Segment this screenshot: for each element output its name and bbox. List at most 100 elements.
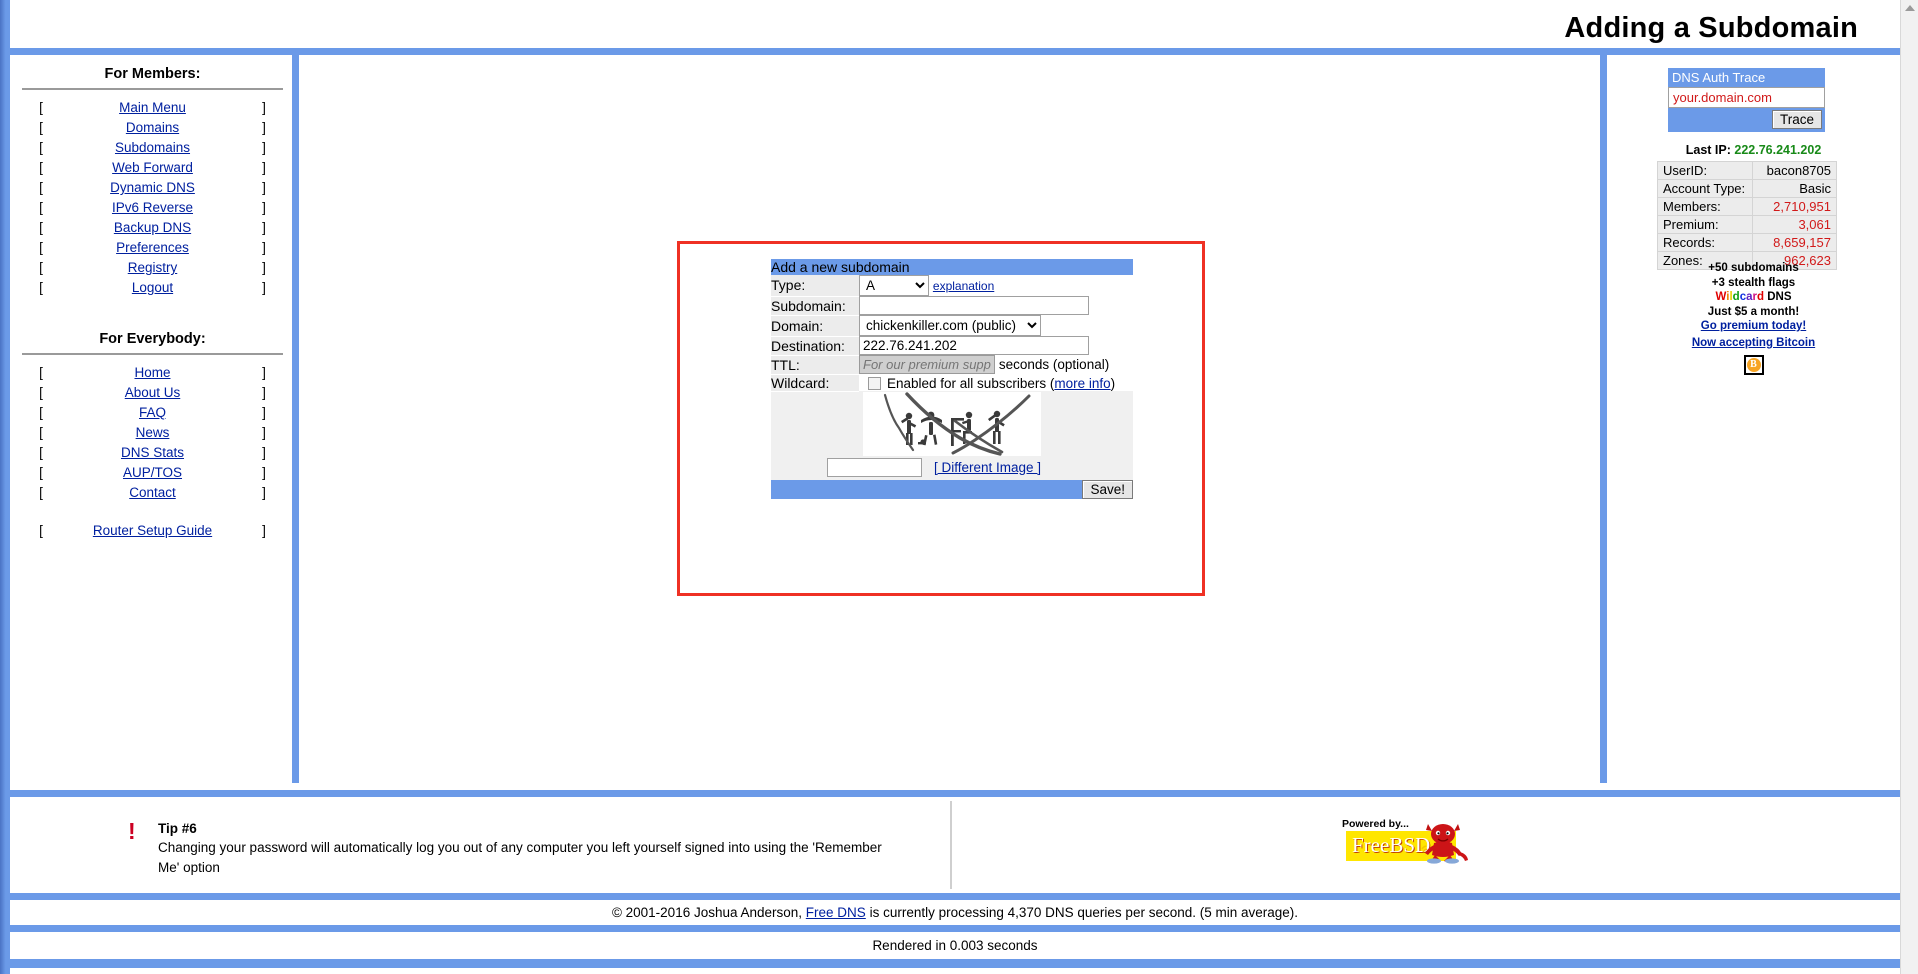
bracket-left: [ <box>39 405 43 420</box>
bracket-left: [ <box>39 180 43 195</box>
everybody-heading: For Everybody: <box>99 331 206 347</box>
wildcard-value-cell: Enabled for all subscribers (more info) <box>859 374 1133 391</box>
sidebar-item-domains[interactable]: [ Domains ] <box>20 118 285 138</box>
sidebar-item-main-menu[interactable]: [ Main Menu ] <box>20 98 285 118</box>
bracket-right: ] <box>262 220 266 235</box>
trace-button[interactable]: Trace <box>1771 110 1822 129</box>
bitcoin-section: Now accepting Bitcoin B <box>1607 333 1900 375</box>
sidebar-item-logout[interactable]: [ Logout ] <box>20 278 285 298</box>
promo-dns-text: DNS <box>1764 291 1792 303</box>
sidebar-item-about-us[interactable]: [ About Us ] <box>20 383 285 403</box>
form-row-captcha-input: [ Different Image ] <box>771 455 1133 480</box>
sidebar-item-backup-dns[interactable]: [ Backup DNS ] <box>20 218 285 238</box>
destination-input[interactable] <box>859 336 1089 355</box>
wildcard-checkbox[interactable] <box>868 376 881 390</box>
destination-label: Destination: <box>771 336 859 356</box>
bracket-left: [ <box>39 465 43 480</box>
right-sidebar: DNS Auth Trace Trace Last IP: 222.76.241… <box>1607 55 1900 783</box>
sidebar-link-label[interactable]: Subdomains <box>115 140 190 155</box>
page-header: Adding a Subdomain <box>10 0 1900 48</box>
sidebar-link-label[interactable]: Domains <box>126 120 179 135</box>
sidebar-item-faq[interactable]: [ FAQ ] <box>20 403 285 423</box>
sidebar-link-label[interactable]: Registry <box>128 260 178 275</box>
sidebar-link-label[interactable]: DNS Stats <box>121 445 184 460</box>
form-title: Add a new subdomain <box>771 259 1133 275</box>
table-row: Account Type: Basic <box>1657 179 1837 198</box>
subdomain-input[interactable] <box>859 296 1089 315</box>
sidebar-item-news[interactable]: [ News ] <box>20 423 285 443</box>
sidebar-item-ipv6-reverse[interactable]: [ IPv6 Reverse ] <box>20 198 285 218</box>
trace-domain-input[interactable] <box>1668 87 1825 108</box>
browser-scrollbar[interactable] <box>1900 0 1918 974</box>
ttl-value-cell: seconds (optional) <box>859 355 1133 374</box>
captcha-image-cell <box>771 391 1133 456</box>
bitcoin-badge[interactable]: B <box>1743 355 1764 375</box>
go-premium-link[interactable]: Go premium today! <box>1701 320 1806 332</box>
bracket-right: ] <box>262 260 266 275</box>
sidebar-item-preferences[interactable]: [ Preferences ] <box>20 238 285 258</box>
stat-value: 8,659,157 <box>1752 233 1837 252</box>
sidebar-item-dns-stats[interactable]: [ DNS Stats ] <box>20 443 285 463</box>
free-dns-link[interactable]: Free DNS <box>806 905 866 920</box>
more-info-link[interactable]: more info <box>1054 376 1110 391</box>
table-row: Premium: 3,061 <box>1657 215 1837 234</box>
tip-title: Tip #6 <box>158 821 197 836</box>
bitcoin-link[interactable]: Now accepting Bitcoin <box>1692 337 1815 349</box>
sidebar-item-dynamic-dns[interactable]: [ Dynamic DNS ] <box>20 178 285 198</box>
form-row-save: Save! <box>771 479 1133 499</box>
domain-select[interactable]: chickenkiller.com (public) <box>859 315 1041 336</box>
sidebar-item-subdomains[interactable]: [ Subdomains ] <box>20 138 285 158</box>
wildcard-text: Enabled for all subscribers ( <box>887 375 1055 391</box>
form-row-ttl: TTL: seconds (optional) <box>771 355 1133 375</box>
wildcard-letter-w: W <box>1715 291 1727 303</box>
ttl-input[interactable] <box>859 355 995 374</box>
bracket-left: [ <box>39 240 43 255</box>
sidebar-item-router-setup-guide[interactable]: [ Router Setup Guide ] <box>20 521 285 541</box>
stat-key: Records: <box>1657 233 1753 252</box>
bsd-daemon-icon <box>1421 824 1468 864</box>
scroll-up-arrow-icon[interactable] <box>1905 5 1915 11</box>
sidebar-link-label[interactable]: IPv6 Reverse <box>112 200 193 215</box>
sidebar-link-label[interactable]: Web Forward <box>112 160 193 175</box>
promo-line-1: +50 subdomains <box>1708 262 1799 274</box>
sidebar-link-label[interactable]: Router Setup Guide <box>93 523 212 538</box>
different-image-link[interactable]: [ Different Image ] <box>934 460 1041 475</box>
sidebar-link-label[interactable]: Preferences <box>116 240 189 255</box>
captcha-input[interactable] <box>827 457 922 477</box>
form-row-domain: Domain: chickenkiller.com (public) <box>771 315 1133 337</box>
stat-value: bacon8705 <box>1752 161 1837 180</box>
sidebar-link-label[interactable]: Logout <box>132 280 173 295</box>
bracket-right: ] <box>262 425 266 440</box>
sidebar-link-label[interactable]: Contact <box>129 485 176 500</box>
copyright-suffix: is currently processing 4,370 DNS querie… <box>865 905 1299 920</box>
sidebar-item-registry[interactable]: [ Registry ] <box>20 258 285 278</box>
sidebar-item-home[interactable]: [ Home ] <box>20 363 285 383</box>
sidebar-link-label[interactable]: Backup DNS <box>114 220 191 235</box>
save-bar: Save! <box>771 479 1133 499</box>
tip-body: Changing your password will automaticall… <box>158 840 882 875</box>
sidebar-item-contact[interactable]: [ Contact ] <box>20 483 285 503</box>
sidebar-item-aup-tos[interactable]: [ AUP/TOS ] <box>20 463 285 483</box>
type-select[interactable]: A <box>859 275 929 296</box>
sidebar-link-label[interactable]: About Us <box>125 385 181 400</box>
sidebar-item-web-forward[interactable]: [ Web Forward ] <box>20 158 285 178</box>
right-divider <box>1600 55 1607 783</box>
sidebar-link-label[interactable]: Dynamic DNS <box>110 180 195 195</box>
subdomain-value-cell <box>859 296 1133 315</box>
freebsd-badge: Powered by... FreeBSD <box>1342 818 1472 864</box>
bracket-right: ] <box>262 200 266 215</box>
sidebar-link-label[interactable]: Main Menu <box>119 100 186 115</box>
save-button[interactable]: Save! <box>1082 479 1133 499</box>
sidebar-link-label[interactable]: FAQ <box>139 405 166 420</box>
bracket-right: ] <box>262 485 266 500</box>
ttl-label: TTL: <box>771 355 859 375</box>
last-ip-label: Last IP: <box>1685 143 1731 157</box>
sidebar-link-label[interactable]: AUP/TOS <box>123 465 182 480</box>
sidebar-link-label[interactable]: Home <box>134 365 170 380</box>
bracket-left: [ <box>39 160 43 175</box>
everybody-rule <box>22 353 283 355</box>
sidebar-link-label[interactable]: News <box>136 425 170 440</box>
bracket-left: [ <box>39 445 43 460</box>
explanation-link[interactable]: explanation <box>933 279 994 293</box>
